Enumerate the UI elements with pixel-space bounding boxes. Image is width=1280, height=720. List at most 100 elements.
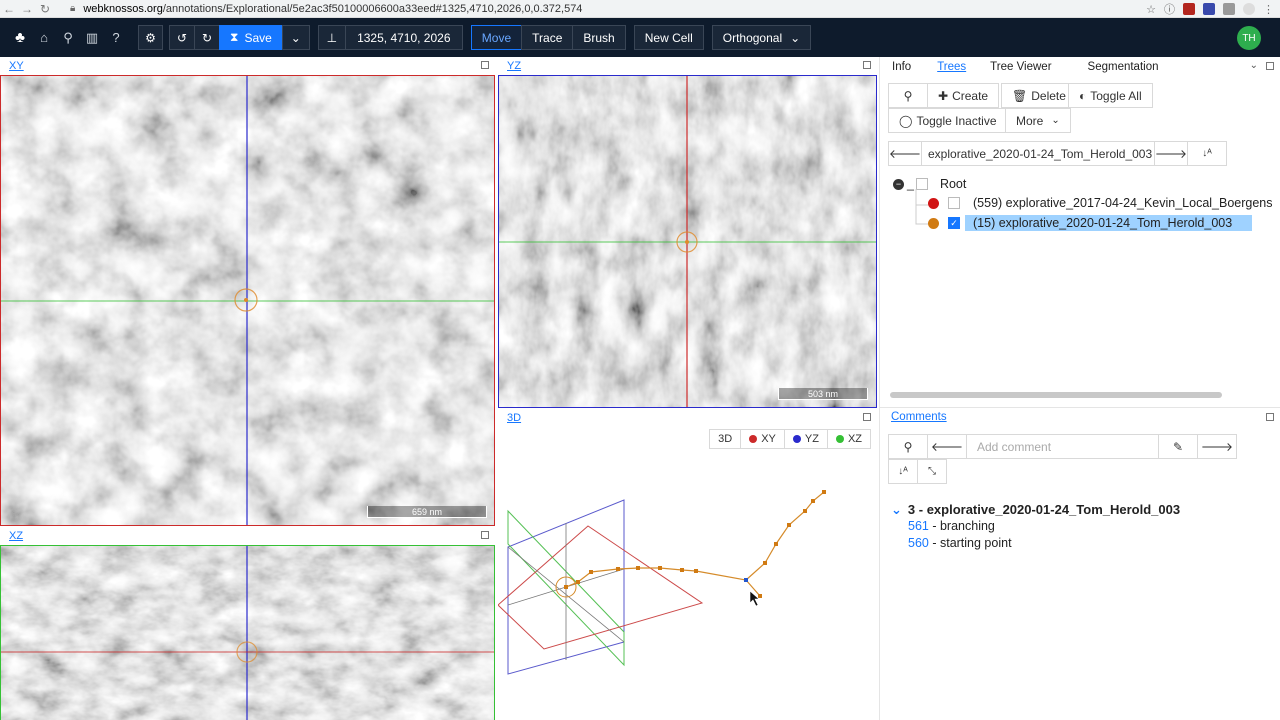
- comment-item[interactable]: 561 - branching: [908, 519, 995, 533]
- tab-trees[interactable]: Trees: [937, 57, 966, 77]
- sort-comments-button[interactable]: ↓ᴬ: [888, 459, 918, 484]
- tree-color-dot-icon: [928, 217, 939, 229]
- maximize-icon[interactable]: [481, 531, 489, 539]
- xy-viewport-label[interactable]: XY: [9, 60, 24, 72]
- more-dropdown-button[interactable]: More ⌄: [1005, 108, 1071, 133]
- extension-icon[interactable]: [1223, 3, 1235, 15]
- reload-icon[interactable]: ↻: [36, 2, 54, 16]
- copy-position-button[interactable]: ⊥: [317, 25, 346, 50]
- search-comment-button[interactable]: ⚲: [888, 434, 928, 459]
- info-icon[interactable]: ⓘ: [1164, 1, 1175, 17]
- toggle-all-button[interactable]: ◐ Toggle All: [1068, 83, 1153, 108]
- 3d-viewport-header: 3D: [498, 409, 877, 427]
- user-avatar[interactable]: TH: [1237, 26, 1261, 50]
- maximize-icon[interactable]: [863, 61, 871, 69]
- previous-comment-button[interactable]: 🡐: [927, 434, 967, 459]
- toggle-icon: ◐: [1079, 88, 1087, 103]
- tree-visibility-checkbox[interactable]: [948, 197, 960, 209]
- xz-viewport[interactable]: [0, 545, 495, 720]
- chevron-down-icon[interactable]: ⌄: [891, 502, 902, 517]
- xy-viewport-header: XY: [0, 57, 495, 75]
- tasks-icon[interactable]: ⚲: [56, 30, 80, 46]
- plus-icon: ✚: [938, 88, 949, 103]
- edit-comment-button[interactable]: ✎: [1158, 434, 1198, 459]
- sort-icon: ↓ᴬ: [898, 466, 908, 477]
- position-input[interactable]: 1325, 4710, 2026: [344, 25, 463, 50]
- chevron-down-icon[interactable]: ⌄: [1250, 60, 1258, 71]
- active-tree-name-input[interactable]: explorative_2020-01-24_Tom_Herold_003: [921, 141, 1155, 166]
- tree-visibility-checkbox[interactable]: ✓: [948, 217, 960, 229]
- trash-icon: 🗑︎: [1012, 88, 1028, 103]
- save-button[interactable]: ⧗ Save: [219, 25, 283, 50]
- forward-arrow-icon[interactable]: →: [18, 2, 36, 16]
- arrow-left-icon: 🡐: [930, 440, 964, 454]
- star-icon[interactable]: ☆: [1146, 3, 1156, 16]
- comment-group-header[interactable]: ⌄ 3 - explorative_2020-01-24_Tom_Herold_0…: [891, 502, 1180, 518]
- shrink-icon: ⤡: [928, 466, 936, 477]
- toggle-icon: ◯: [899, 113, 913, 128]
- xy-viewport[interactable]: 659 nm: [0, 75, 495, 526]
- tree-item-559[interactable]: (559) explorative_2017-04-24_Kevin_Local…: [928, 196, 1273, 210]
- help-icon[interactable]: ?: [104, 30, 128, 45]
- menu-dots-icon[interactable]: ⋮: [1263, 3, 1274, 16]
- collapse-icon[interactable]: −: [893, 178, 904, 190]
- comments-tab[interactable]: Comments: [891, 411, 947, 423]
- toggle-inactive-button[interactable]: ◯ Toggle Inactive: [888, 108, 1008, 133]
- maximize-icon[interactable]: [1266, 62, 1274, 70]
- 3d-viewport[interactable]: 3D XY YZ XZ: [498, 427, 877, 720]
- browser-url-bar: ← → ↻ 🔒︎ webknossos.org/annotations/Expl…: [0, 0, 1280, 18]
- undo-button[interactable]: ↺: [169, 25, 195, 50]
- comment-item[interactable]: 560 - starting point: [908, 536, 1012, 550]
- tab-segmentation[interactable]: Segmentation: [1088, 57, 1159, 77]
- next-comment-button[interactable]: 🡒: [1197, 434, 1237, 459]
- maximize-icon[interactable]: [863, 413, 871, 421]
- collapse-all-button[interactable]: ⤡: [917, 459, 947, 484]
- search-icon: ⚲: [903, 439, 913, 454]
- previous-tree-button[interactable]: 🡐: [888, 141, 922, 166]
- home-icon[interactable]: ⌂: [32, 30, 56, 45]
- tab-tree-viewer[interactable]: Tree Viewer: [990, 57, 1051, 77]
- right-panel: Info Trees Tree Viewer Segmentation ⌄ ⚲ …: [879, 57, 1280, 720]
- sort-icon: ↓ᴬ: [1202, 148, 1212, 159]
- tab-info[interactable]: Info: [892, 57, 911, 77]
- search-tree-button[interactable]: ⚲: [888, 83, 928, 108]
- redo-icon: ↻: [201, 30, 213, 45]
- redo-button[interactable]: ↻: [194, 25, 220, 50]
- sort-trees-button[interactable]: ↓ᴬ: [1187, 141, 1227, 166]
- undo-icon: ↺: [176, 30, 188, 45]
- back-arrow-icon[interactable]: ←: [0, 2, 18, 16]
- 3d-viewport-label[interactable]: 3D: [507, 412, 521, 424]
- hourglass-icon: ⧗: [230, 30, 239, 44]
- chevron-down-icon: ⌄: [1051, 115, 1060, 126]
- trace-tool-button[interactable]: Trace: [521, 25, 574, 50]
- next-tree-button[interactable]: 🡒: [1154, 141, 1188, 166]
- delete-tree-button[interactable]: 🗑︎ Delete: [1001, 83, 1077, 108]
- new-cell-button[interactable]: New Cell: [633, 25, 704, 50]
- xz-viewport-label[interactable]: XZ: [9, 530, 23, 542]
- maximize-icon[interactable]: [481, 61, 489, 69]
- profile-icon[interactable]: [1243, 3, 1255, 15]
- maximize-icon[interactable]: [1266, 413, 1274, 421]
- save-options-dropdown[interactable]: ⌄: [281, 25, 310, 50]
- yz-viewport[interactable]: 503 nm: [498, 75, 877, 408]
- webknossos-logo-icon[interactable]: ♣: [8, 29, 32, 46]
- brush-tool-button[interactable]: Brush: [572, 25, 626, 50]
- statistics-icon[interactable]: ▥: [80, 30, 104, 46]
- horizontal-scrollbar[interactable]: [890, 392, 1222, 398]
- toolbar: ♣ ⌂ ⚲ ▥ ? ⚙ ↺ ↻ ⧗ Save ⌄ ⊥ 1325, 4710, 20…: [0, 18, 1280, 57]
- chevron-down-icon: ⌄: [790, 30, 801, 45]
- gear-icon: ⚙: [145, 30, 156, 45]
- move-tool-button[interactable]: Move: [470, 25, 523, 50]
- yz-viewport-label[interactable]: YZ: [507, 60, 521, 72]
- comment-input[interactable]: Add comment: [966, 434, 1159, 459]
- settings-button[interactable]: ⚙: [138, 25, 163, 50]
- create-tree-button[interactable]: ✚ Create: [927, 83, 1000, 108]
- view-mode-select[interactable]: Orthogonal ⌄: [711, 25, 812, 50]
- xz-em-image: [1, 546, 494, 720]
- extension-icon[interactable]: [1183, 3, 1195, 15]
- yz-viewport-header: YZ: [498, 57, 877, 75]
- arrow-right-icon: 🡒: [1200, 440, 1234, 454]
- address-field[interactable]: webknossos.org/annotations/Explorational…: [83, 3, 582, 15]
- extension-icon[interactable]: [1203, 3, 1215, 15]
- tree-item-15[interactable]: ✓ (15) explorative_2020-01-24_Tom_Herold…: [928, 215, 1253, 231]
